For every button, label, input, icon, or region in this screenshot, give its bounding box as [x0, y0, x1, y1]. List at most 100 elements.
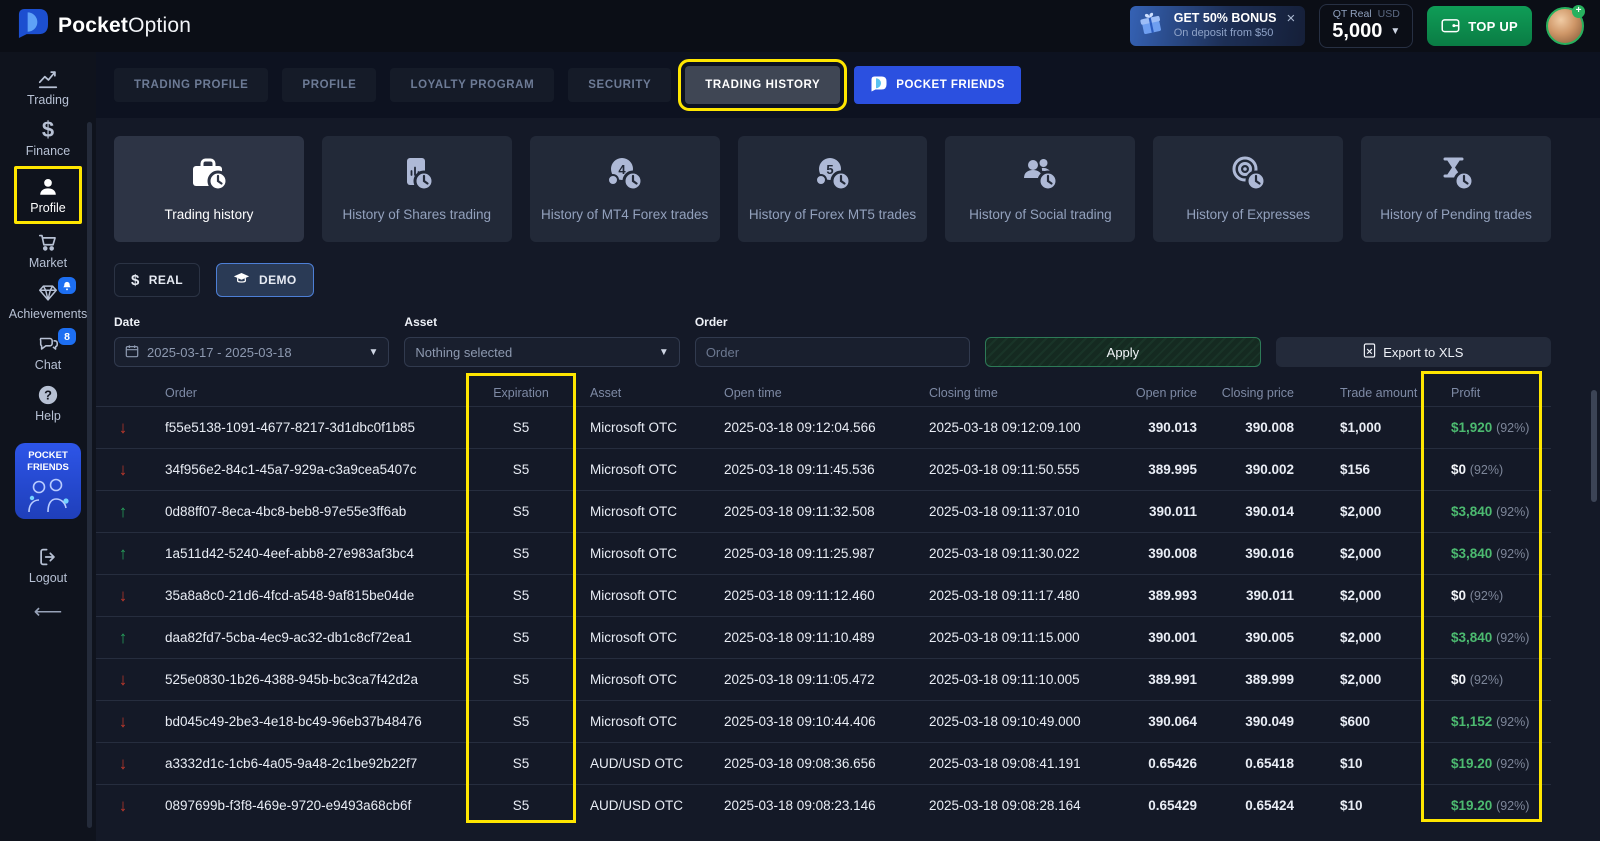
real-account-button[interactable]: $ REAL — [114, 263, 200, 297]
table-header: Order Expiration Asset Open time Closing… — [96, 380, 1551, 406]
order-id-cell: 1a511d42-5240-4eef-abb8-27e983af3bc4 — [150, 546, 466, 561]
sidebar-item-label: Trading — [27, 93, 69, 107]
sidebar-item-label: Market — [29, 256, 67, 270]
card-social-history[interactable]: History of Social trading — [945, 136, 1135, 242]
sidebar-item-achievements[interactable]: Achievements — [0, 276, 96, 327]
card-trading-history[interactable]: Trading history — [114, 136, 304, 242]
table-row[interactable]: ↑ 0d88ff07-8eca-4bc8-beb8-97e55e3ff6ab S… — [96, 490, 1551, 532]
app-logo[interactable]: PocketOption — [16, 8, 191, 44]
table-row[interactable]: ↓ 35a8a8c0-21d6-4fcd-a548-9af815be04de S… — [96, 574, 1551, 616]
sidebar-item-market[interactable]: Market — [0, 225, 96, 276]
table-row[interactable]: ↑ 1a511d42-5240-4eef-abb8-27e983af3bc4 S… — [96, 532, 1551, 574]
card-mt4-history[interactable]: 4 History of MT4 Forex trades — [530, 136, 720, 242]
asset-cell: Microsoft OTC — [576, 588, 710, 603]
card-shares-history[interactable]: History of Shares trading — [322, 136, 512, 242]
sidebar-item-chat[interactable]: 8 Chat — [0, 327, 96, 378]
date-range-input[interactable]: 2025-03-17 - 2025-03-18 ▼ — [114, 337, 389, 367]
expiration-cell: S5 — [466, 462, 576, 477]
demo-account-button[interactable]: DEMO — [216, 263, 314, 297]
bonus-banner[interactable]: GET 50% BONUS On deposit from $50 × — [1130, 6, 1306, 46]
tab-security[interactable]: SECURITY — [568, 68, 671, 102]
chevron-down-icon: ▼ — [1390, 26, 1400, 37]
profit-percent: (92%) — [1496, 757, 1529, 771]
profit-cell: $19.20 (92%) — [1425, 756, 1551, 771]
trading-history-panel: Trading history History of Shares tradin… — [96, 118, 1600, 841]
balance-selector[interactable]: QT Real USD 5,000 ▼ — [1319, 4, 1413, 48]
trade-amount-cell: $156 — [1302, 462, 1425, 477]
profit-value: $1,152 — [1451, 714, 1492, 729]
sidebar-item-finance[interactable]: $ Finance — [0, 113, 96, 164]
trade-amount-cell: $2,000 — [1302, 588, 1425, 603]
table-row[interactable]: ↓ 525e0830-1b26-4388-945b-bc3ca7f42d2a S… — [96, 658, 1551, 700]
tab-loyalty-program[interactable]: LOYALTY PROGRAM — [390, 68, 554, 102]
sidebar-item-label: Logout — [29, 571, 67, 585]
closing-price-cell: 390.014 — [1205, 504, 1302, 519]
chart-line-icon — [36, 68, 60, 90]
closing-price-cell: 0.65424 — [1205, 798, 1302, 813]
sidebar-item-profile[interactable]: Profile — [14, 166, 82, 224]
table-row[interactable]: ↓ bd045c49-2be3-4e18-bc49-96eb37b48476 S… — [96, 700, 1551, 742]
profit-percent: (92%) — [1470, 463, 1503, 477]
dollar-icon: $ — [42, 119, 54, 141]
closing-price-cell: 0.65418 — [1205, 756, 1302, 771]
pocketoption-logo-icon — [16, 8, 49, 44]
expiration-cell: S5 — [466, 714, 576, 729]
card-label: History of Social trading — [969, 206, 1112, 224]
people-clock-icon — [1018, 154, 1062, 199]
closing-time-cell: 2025-03-18 09:11:10.005 — [915, 672, 1105, 687]
bonus-close-icon[interactable]: × — [1287, 10, 1296, 27]
profit-value: $3,840 — [1451, 630, 1492, 645]
profit-cell: $3,840 (92%) — [1425, 504, 1551, 519]
sidebar-item-trading[interactable]: Trading — [0, 62, 96, 113]
table-row[interactable]: ↓ 34f956e2-84c1-45a7-929a-c3a9cea5407c S… — [96, 448, 1551, 490]
sidebar-item-help[interactable]: ? Help — [0, 378, 96, 429]
closing-time-cell: 2025-03-18 09:11:37.010 — [915, 504, 1105, 519]
profit-cell: $1,152 (92%) — [1425, 714, 1551, 729]
hourglass-clock-icon — [1434, 154, 1478, 199]
sidebar-item-logout[interactable]: Logout — [0, 537, 96, 593]
vertical-scrollbar[interactable] — [1591, 390, 1597, 502]
order-search-input[interactable] — [695, 337, 970, 367]
tab-pocket-friends[interactable]: POCKET FRIENDS — [854, 66, 1021, 104]
open-price-cell: 389.993 — [1105, 588, 1205, 603]
content-scrollbar[interactable] — [87, 122, 92, 828]
briefcase-clock-icon — [187, 154, 231, 199]
top-up-button[interactable]: TOP UP — [1427, 6, 1532, 46]
export-xls-button[interactable]: Export to XLS — [1276, 337, 1551, 367]
open-time-cell: 2025-03-18 09:11:12.460 — [710, 588, 915, 603]
col-profit: Profit — [1425, 386, 1551, 400]
card-mt5-history[interactable]: 5 History of Forex MT5 trades — [738, 136, 928, 242]
table-row[interactable]: ↓ f55e5138-1091-4677-8217-3d1dbc0f1b85 S… — [96, 406, 1551, 448]
person-icon — [36, 176, 60, 198]
expiration-cell: S5 — [466, 672, 576, 687]
mt5-clock-icon: 5 — [811, 154, 855, 199]
profit-percent: (92%) — [1496, 505, 1529, 519]
card-expresses-history[interactable]: History of Expresses — [1153, 136, 1343, 242]
direction-arrow-icon: ↑ — [96, 544, 150, 564]
asset-select[interactable]: Nothing selected ▼ — [404, 337, 679, 367]
closing-time-cell: 2025-03-18 09:12:09.100 — [915, 420, 1105, 435]
tab-trading-history[interactable]: TRADING HISTORY — [685, 66, 840, 104]
table-row[interactable]: ↓ a3332d1c-1cb6-4a05-9a48-2c1be92b22f7 S… — [96, 742, 1551, 784]
expiration-cell: S5 — [466, 546, 576, 561]
card-pending-history[interactable]: History of Pending trades — [1361, 136, 1551, 242]
col-closing-price: Closing price — [1205, 386, 1302, 400]
document-clock-icon — [395, 154, 439, 199]
expiration-cell: S5 — [466, 420, 576, 435]
table-row[interactable]: ↑ daa82fd7-5cba-4ec9-ac32-db1c8cf72ea1 S… — [96, 616, 1551, 658]
apply-button[interactable]: Apply — [985, 337, 1260, 367]
avatar[interactable]: + — [1546, 7, 1584, 45]
pocketoption-mini-logo-icon — [870, 76, 887, 95]
order-id-cell: bd045c49-2be3-4e18-bc49-96eb37b48476 — [150, 714, 466, 729]
account-type-label: QT Real — [1333, 8, 1372, 20]
col-open-time: Open time — [710, 386, 915, 400]
tab-trading-profile[interactable]: TRADING PROFILE — [114, 68, 268, 102]
trades-table: Order Expiration Asset Open time Closing… — [96, 380, 1551, 826]
bonus-subtitle: On deposit from $50 — [1174, 27, 1277, 41]
collapse-sidebar-icon[interactable]: ⟵ — [34, 599, 63, 624]
profit-percent: (92%) — [1470, 589, 1503, 603]
table-row[interactable]: ↓ 0897699b-f3f8-469e-9720-e9493a68cb6f S… — [96, 784, 1551, 826]
closing-time-cell: 2025-03-18 09:11:17.480 — [915, 588, 1105, 603]
tab-profile[interactable]: PROFILE — [282, 68, 376, 102]
sidebar-pocket-friends-card[interactable]: POCKET FRIENDS — [15, 443, 81, 519]
